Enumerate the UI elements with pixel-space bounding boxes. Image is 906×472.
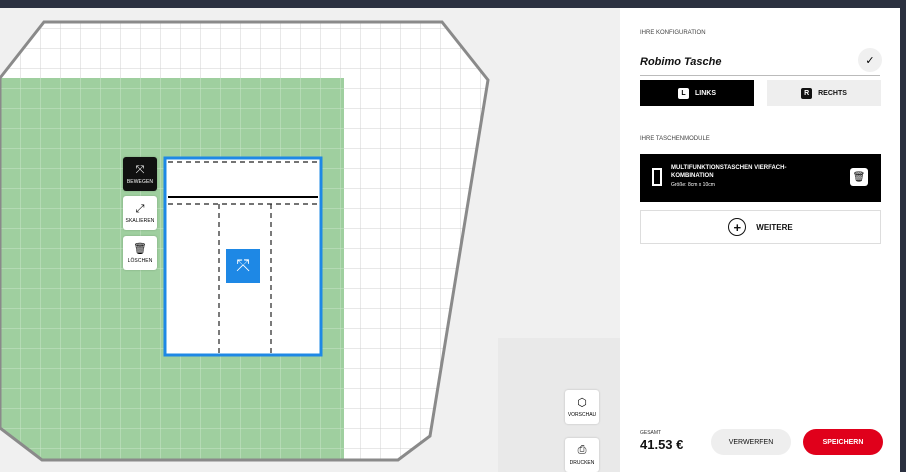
trash-icon: 🗑 xyxy=(852,171,866,183)
toggle-left-button[interactable]: L LINKS xyxy=(640,80,754,106)
right-key-badge: R xyxy=(801,87,813,99)
preview-button[interactable]: ⬡ VORSCHAU xyxy=(565,390,599,424)
resize-icon: ⤢ xyxy=(135,202,145,215)
tool-move-button[interactable]: ⤧ BEWEGEN xyxy=(123,157,157,191)
module-title: MULTIFUNKTIONSTASCHEN VIERFACH-KOMBINATI… xyxy=(671,165,787,179)
add-more-button[interactable]: + WEITERE xyxy=(640,210,881,244)
window-edge xyxy=(900,8,906,472)
print-button[interactable]: ⎙ DRUCKEN xyxy=(565,438,599,472)
tool-scale-button[interactable]: ⤢ SKALIEREN xyxy=(123,196,157,230)
module-card[interactable]: MULTIFUNKTIONSTASCHEN VIERFACH-KOMBINATI… xyxy=(640,154,881,202)
bag-board xyxy=(0,20,490,462)
config-name-field[interactable] xyxy=(640,52,880,76)
toggle-right-button[interactable]: R RECHTS xyxy=(767,80,881,106)
add-more-label: WEITERE xyxy=(756,222,793,232)
drag-move-handle[interactable]: ⤧ xyxy=(226,249,260,283)
printer-icon: ⎙ xyxy=(577,444,587,456)
config-name-input[interactable] xyxy=(640,56,840,68)
top-bar xyxy=(0,0,906,8)
left-key-badge: L xyxy=(678,87,689,99)
toggle-left-label: LINKS xyxy=(695,89,716,97)
module-delete-button[interactable]: 🗑 xyxy=(850,168,868,186)
modules-heading: IHRE TASCHENMODULE xyxy=(640,136,710,142)
plus-circle-icon: + xyxy=(728,218,747,236)
cube-icon: ⬡ xyxy=(577,397,587,409)
expand-arrows-icon: ⤧ xyxy=(236,256,250,275)
save-button[interactable]: SPEICHERN xyxy=(803,429,883,455)
discard-button[interactable]: VERWERFEN xyxy=(711,429,791,455)
trash-icon: 🗑 xyxy=(133,242,147,255)
module-size: Größe: 8cm x 10cm xyxy=(671,182,715,188)
total-price: 41.53 € xyxy=(640,437,684,452)
confirm-name-button[interactable]: ✓ xyxy=(858,48,882,72)
move-icon: ⤧ xyxy=(135,163,145,176)
pocket-module-icon xyxy=(652,168,662,186)
design-canvas[interactable]: ⤧ BEWEGEN ⤢ SKALIEREN 🗑 LÖSCHEN ⤧ ⬡ VORS… xyxy=(0,8,620,472)
total-label: GESAMT xyxy=(640,430,662,436)
config-heading: IHRE KONFIGURATION xyxy=(640,30,706,36)
configuration-panel: IHRE KONFIGURATION ✓ L LINKS R RECHTS IH… xyxy=(620,8,906,472)
tool-delete-button[interactable]: 🗑 LÖSCHEN xyxy=(123,236,157,270)
toggle-right-label: RECHTS xyxy=(818,89,847,97)
check-icon: ✓ xyxy=(865,54,875,67)
